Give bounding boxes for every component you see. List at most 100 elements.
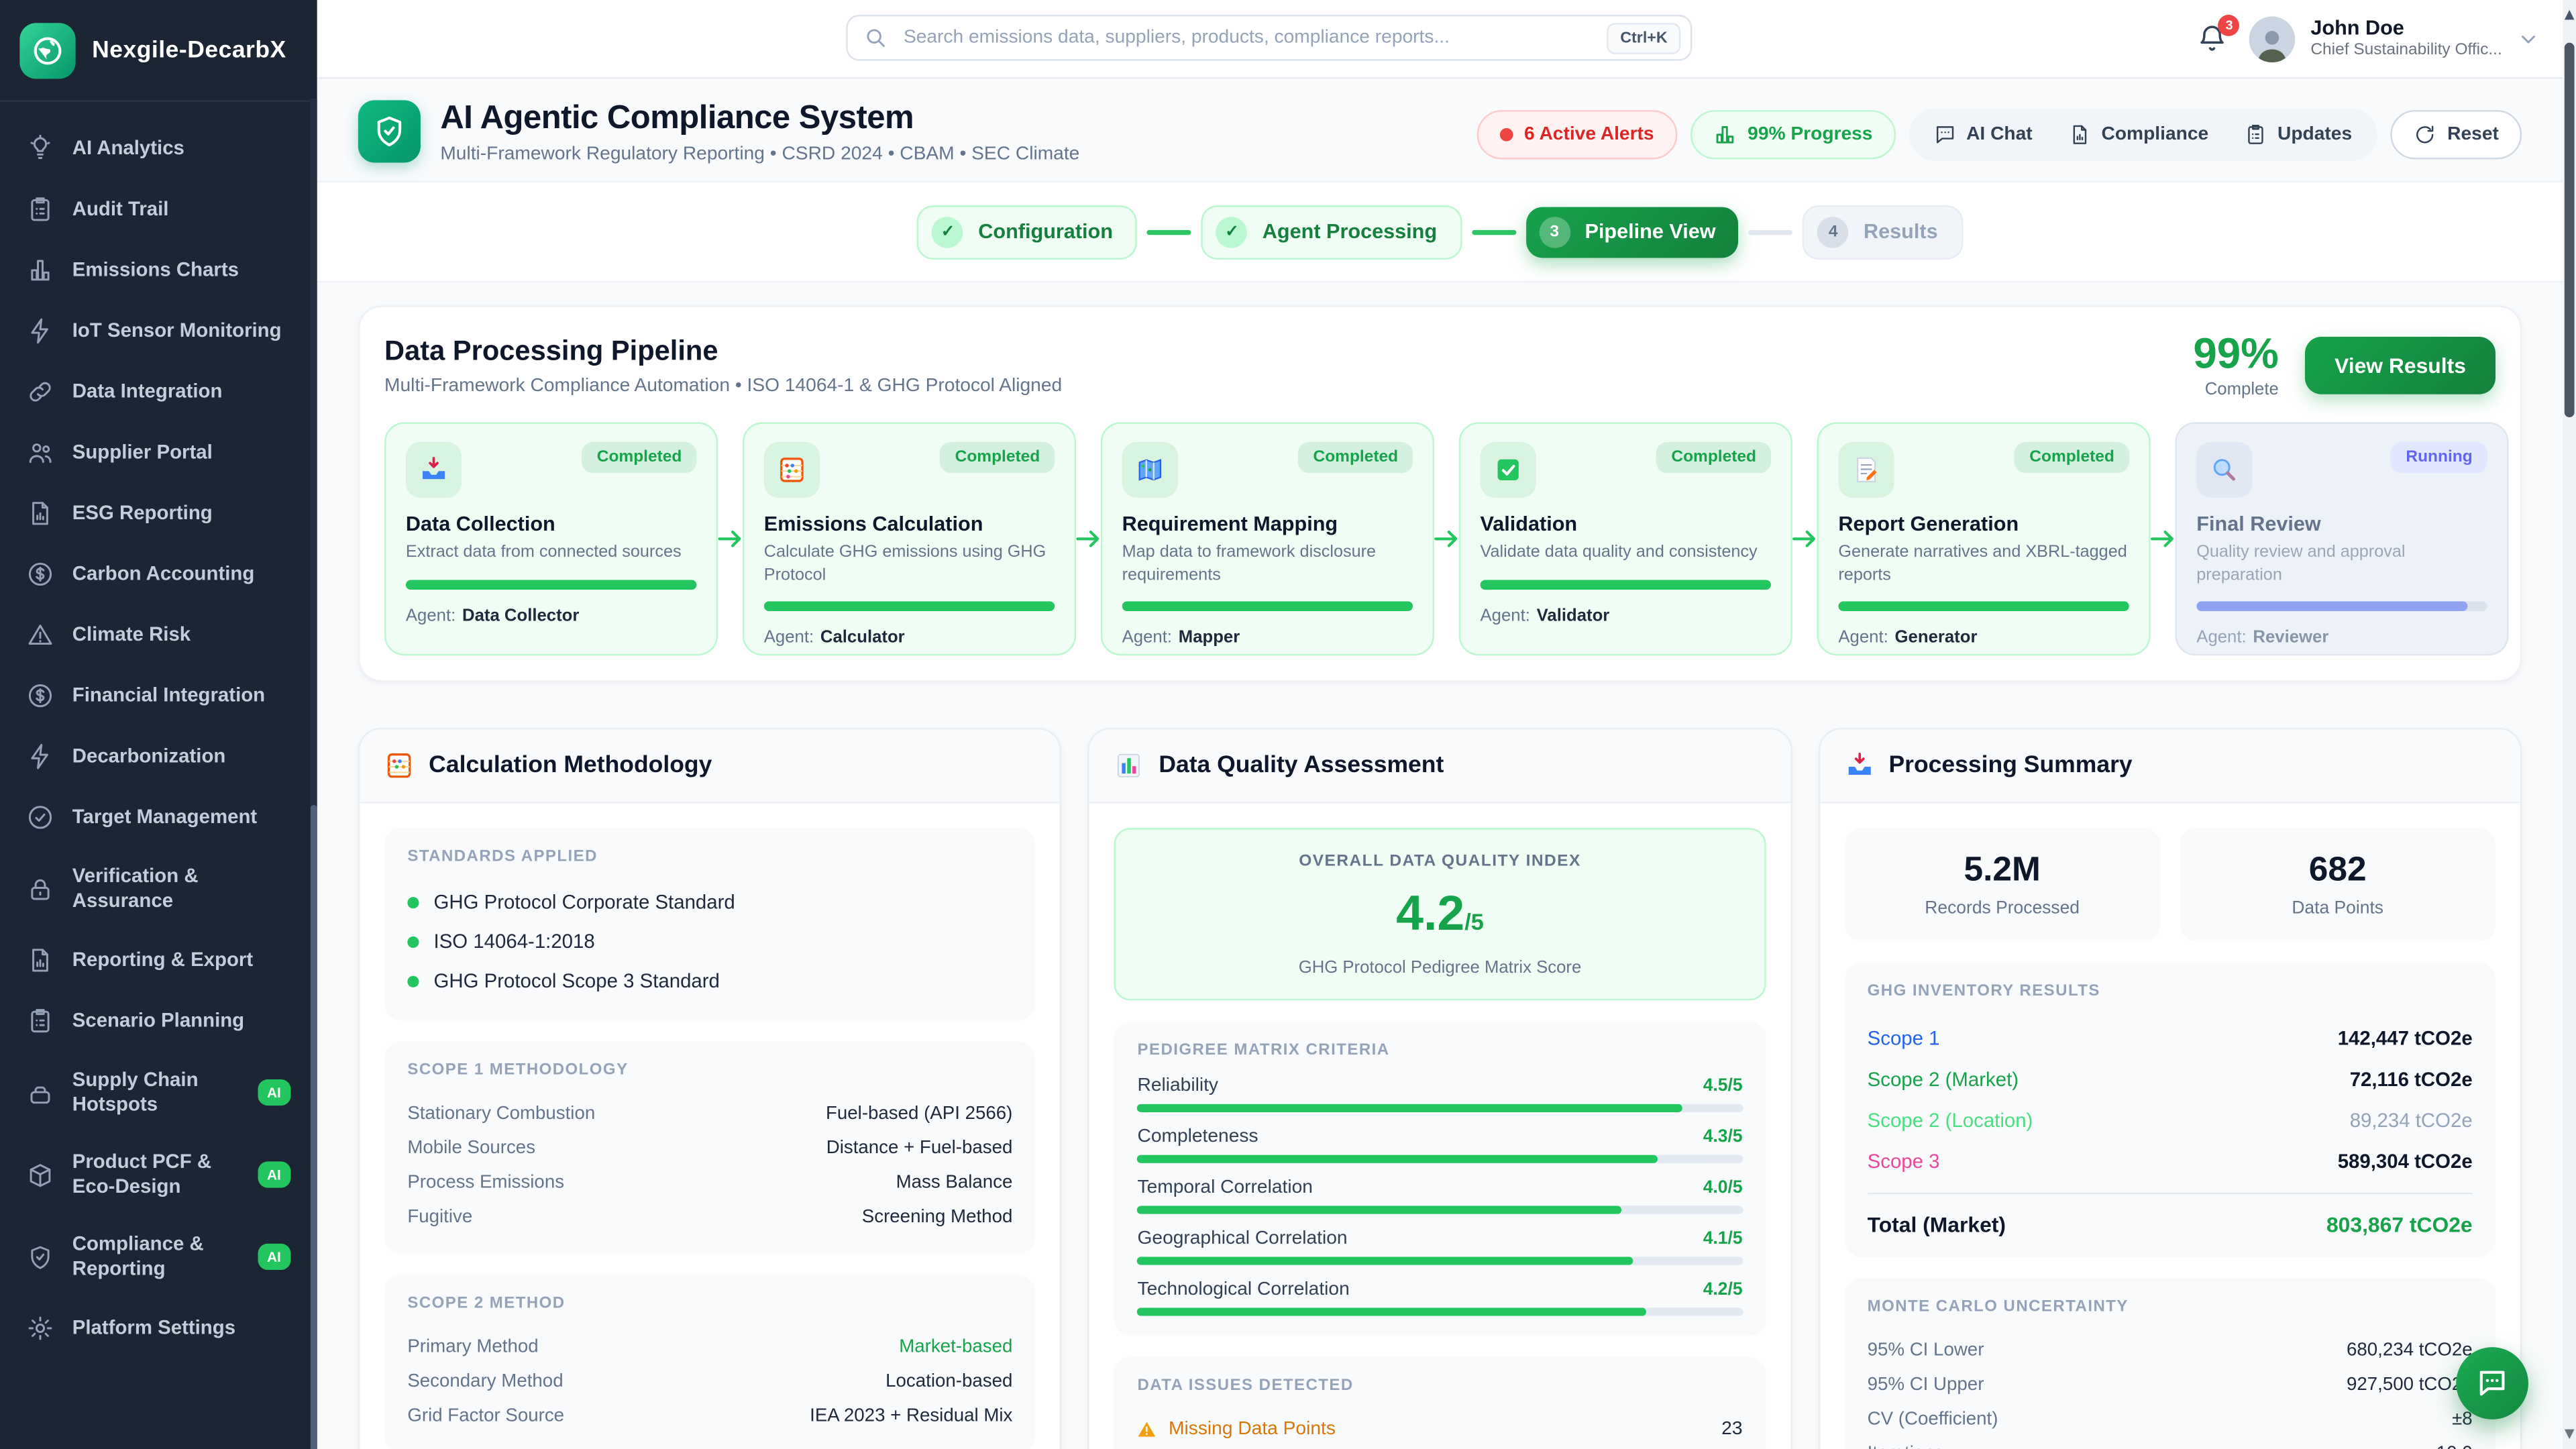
step-configuration[interactable]: ✓ Configuration xyxy=(918,205,1138,259)
sidebar-item-supply-chain-hotspots[interactable]: Supply Chain Hotspots AI xyxy=(13,1051,304,1133)
stage-arrow xyxy=(2151,422,2176,655)
window-scrollbar[interactable] xyxy=(2563,0,2576,1449)
sidebar-item-platform-settings[interactable]: Platform Settings xyxy=(13,1298,304,1359)
sidebar-item-audit-trail[interactable]: Audit Trail xyxy=(13,179,304,240)
compliance-button[interactable]: Compliance xyxy=(2051,109,2227,161)
reset-button[interactable]: Reset xyxy=(2390,110,2522,159)
kv-row: Stationary CombustionFuel-based (API 256… xyxy=(407,1095,1012,1130)
sidebar-item-climate-risk[interactable]: Climate Risk xyxy=(13,604,304,665)
sidebar-item-decarbonization[interactable]: Decarbonization xyxy=(13,726,304,787)
stage-report-generation[interactable]: Completed Report Generation Generate nar… xyxy=(1817,422,2151,655)
updates-button[interactable]: Updates xyxy=(2226,109,2370,161)
sidebar-item-verification-assurance[interactable]: Verification & Assurance xyxy=(13,848,304,930)
stage-final-review[interactable]: Running Final Review Quality review and … xyxy=(2175,422,2508,655)
scroll-down-arrow-icon[interactable] xyxy=(2565,1430,2575,1440)
avatar xyxy=(2250,15,2296,62)
file-chart-icon xyxy=(26,499,54,527)
main-content: AI Agentic Compliance System Multi-Frame… xyxy=(317,77,2563,1449)
sidebar-item-label: Carbon Accounting xyxy=(72,562,291,587)
sidebar-item-label: AI Analytics xyxy=(72,136,291,161)
notifications-button[interactable]: 3 xyxy=(2197,22,2230,55)
package-icon xyxy=(26,1161,54,1189)
sidebar-item-data-integration[interactable]: Data Integration xyxy=(13,362,304,423)
sidebar-item-compliance-reporting[interactable]: Compliance & Reporting AI xyxy=(13,1216,304,1297)
inventory-row: Scope 1142,447 tCO2e xyxy=(1868,1017,2473,1058)
sidebar-item-reporting-export[interactable]: Reporting & Export xyxy=(13,930,304,991)
stage-status-badge: Completed xyxy=(2015,442,2129,474)
scrollbar-thumb[interactable] xyxy=(2565,43,2575,417)
clipboard-icon xyxy=(26,1007,54,1035)
sidebar-item-target-management[interactable]: Target Management xyxy=(13,787,304,848)
criteria-bar-fill xyxy=(1137,1206,1621,1214)
step-results[interactable]: 4 Results xyxy=(1803,205,1962,259)
step-marker: 3 xyxy=(1539,216,1570,248)
view-results-button[interactable]: View Results xyxy=(2305,337,2496,394)
sidebar-item-ai-analytics[interactable]: AI Analytics xyxy=(13,118,304,179)
stage-agent: Agent:Generator xyxy=(1838,628,2129,647)
card-title: Data Quality Assessment xyxy=(1159,753,1444,779)
scroll-up-arrow-icon[interactable] xyxy=(2565,10,2575,20)
sidebar-item-emissions-charts[interactable]: Emissions Charts xyxy=(13,240,304,301)
link-icon xyxy=(26,378,54,406)
sidebar-item-esg-reporting[interactable]: ESG Reporting xyxy=(13,483,304,544)
kv-row: Iterations10,0 xyxy=(1868,1436,2473,1449)
standard-item: ISO 14064-1:2018 xyxy=(407,922,1012,961)
bullet-dot-icon xyxy=(407,936,419,947)
active-alerts-pill[interactable]: 6 Active Alerts xyxy=(1477,110,1677,159)
sidebar-item-financial-integration[interactable]: Financial Integration xyxy=(13,665,304,727)
ai-chat-button[interactable]: AI Chat xyxy=(1915,109,2050,161)
progress-pill[interactable]: 99% Progress xyxy=(1690,110,1895,159)
sidebar-item-label: IoT Sensor Monitoring xyxy=(72,319,291,343)
sidebar-item-scenario-planning[interactable]: Scenario Planning xyxy=(13,991,304,1052)
stage-progress-bar xyxy=(2196,602,2487,612)
topbar-right: 3 John Doe Chief Sustainability Offic... xyxy=(2197,0,2540,77)
step-label: Agent Processing xyxy=(1263,220,1437,243)
sidebar-item-supplier-portal[interactable]: Supplier Portal xyxy=(13,422,304,483)
stage-progress-fill xyxy=(2196,602,2467,612)
panel-label: SCOPE 2 METHOD xyxy=(407,1295,1012,1313)
pipeline-section: Data Processing Pipeline Multi-Framework… xyxy=(358,306,2522,682)
search-input[interactable] xyxy=(900,26,1594,49)
search-box[interactable]: Ctrl+K xyxy=(846,15,1692,61)
user-menu[interactable]: John Doe Chief Sustainability Offic... xyxy=(2250,15,2540,62)
stage-emissions-calculation[interactable]: Completed Emissions Calculation Calculat… xyxy=(743,422,1076,655)
kv-row: CV (Coefficient)±8 xyxy=(1868,1401,2473,1436)
card-header: Processing Summary xyxy=(1820,729,2520,803)
sidebar-item-carbon-accounting[interactable]: Carbon Accounting xyxy=(13,544,304,605)
lock-icon xyxy=(26,875,54,903)
criteria-bar-fill xyxy=(1137,1307,1646,1316)
quality-index-label: OVERALL DATA QUALITY INDEX xyxy=(1132,853,1748,871)
kv-row: 95% CI Upper927,500 tCO2e xyxy=(1868,1367,2473,1401)
step-agent-processing[interactable]: ✓ Agent Processing xyxy=(1201,205,1462,259)
bullet-dot-icon xyxy=(407,975,419,986)
sidebar-item-label: Data Integration xyxy=(72,380,291,405)
step-pipeline-view[interactable]: 3 Pipeline View xyxy=(1525,206,1739,257)
page-title-block: AI Agentic Compliance System Multi-Frame… xyxy=(440,100,1477,164)
stage-requirement-mapping[interactable]: Completed Requirement Mapping Map data t… xyxy=(1101,422,1434,655)
sidebar-scrollbar[interactable] xyxy=(311,99,317,1449)
reset-label: Reset xyxy=(2447,125,2499,144)
stage-agent-name: Generator xyxy=(1895,628,1978,647)
stage-validation[interactable]: Completed Validation Validate data quali… xyxy=(1459,422,1792,655)
page-icon-tile xyxy=(358,100,421,162)
quality-index-caption: GHG Protocol Pedigree Matrix Score xyxy=(1132,958,1748,977)
sidebar-item-label: Platform Settings xyxy=(72,1316,291,1341)
sidebar: Nexgile-DecarbX AI Analytics Audit Trail… xyxy=(0,0,317,1449)
sidebar-item-label: Target Management xyxy=(72,805,291,830)
stage-agent-name: Data Collector xyxy=(462,606,579,625)
sidebar-item-label: Financial Integration xyxy=(72,684,291,708)
brand[interactable]: Nexgile-DecarbX xyxy=(0,0,317,102)
panel-label: SCOPE 1 METHODOLOGY xyxy=(407,1061,1012,1079)
sidebar-scrollbar-thumb[interactable] xyxy=(311,805,317,1449)
chat-fab-button[interactable] xyxy=(2456,1347,2528,1419)
stage-progress-bar xyxy=(406,579,696,589)
header-button-group: AI Chat Compliance Updates xyxy=(1909,109,2377,161)
step-connector xyxy=(1749,229,1793,234)
sidebar-item-product-pcf-eco-design[interactable]: Product PCF & Eco-Design AI xyxy=(13,1134,304,1216)
sidebar-item-label: Compliance & Reporting xyxy=(72,1232,239,1281)
pipeline-percent: 99% xyxy=(2193,332,2278,375)
sidebar-item-iot-sensor-monitoring[interactable]: IoT Sensor Monitoring xyxy=(13,301,304,362)
stage-description: Calculate GHG emissions using GHG Protoc… xyxy=(764,542,1055,587)
stage-data-collection[interactable]: Completed Data Collection Extract data f… xyxy=(384,422,718,655)
panel-label: GHG INVENTORY RESULTS xyxy=(1868,982,2473,1000)
